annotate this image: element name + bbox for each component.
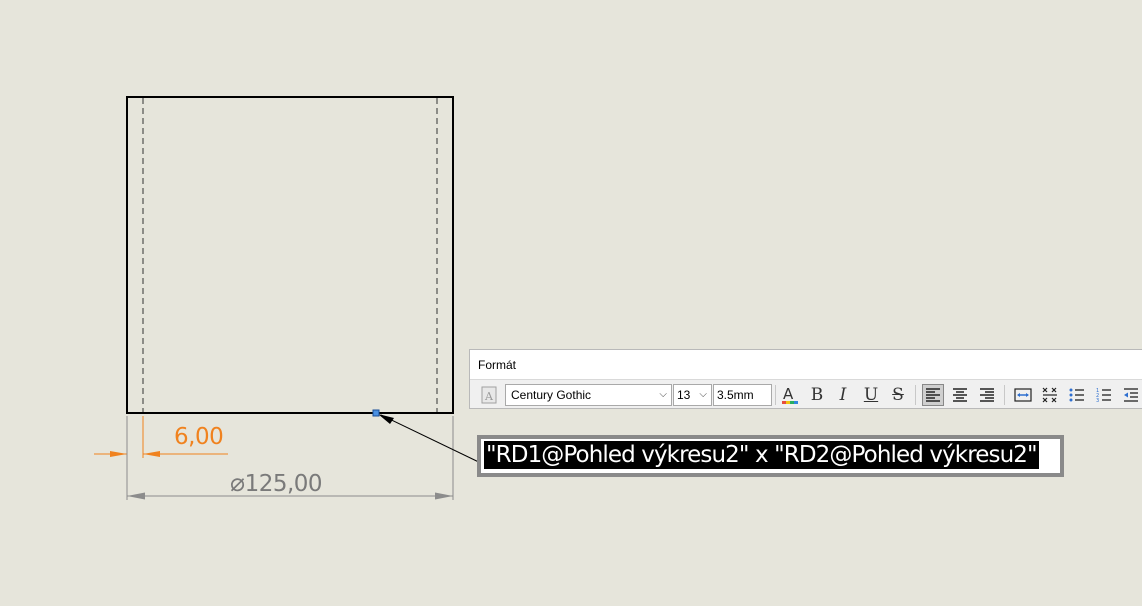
format-title-bar[interactable]: Formát	[470, 350, 1142, 380]
align-center-icon	[953, 388, 967, 402]
part-outline[interactable]	[126, 96, 454, 414]
fit-text-icon	[1014, 388, 1032, 402]
bold-icon: B	[810, 385, 824, 405]
toolbar-separator	[915, 385, 916, 405]
strikethrough-icon: S	[892, 385, 904, 405]
svg-text:A: A	[484, 390, 494, 403]
style-a-icon[interactable]: A	[478, 384, 500, 406]
font-family-value: Century Gothic	[511, 388, 592, 402]
italic-icon: I	[839, 385, 847, 405]
underline-button[interactable]: U	[860, 384, 882, 406]
svg-text:3: 3	[1096, 398, 1099, 402]
font-size-select[interactable]: 13 ⌵	[673, 384, 712, 406]
note-edit-area[interactable]: "RD1@Pohled výkresu2" x "RD2@Pohled výkr…	[481, 439, 1060, 473]
align-right-button[interactable]	[976, 384, 998, 406]
chevron-down-icon: ⌵	[699, 389, 707, 400]
format-toolbar: Formát A Century Gothic ⌵ 13 ⌵ 3.5mm A B…	[469, 349, 1142, 409]
diameter-symbol: ⌀	[230, 468, 245, 497]
decrease-indent-icon	[1124, 388, 1138, 402]
bullets-button[interactable]	[1066, 384, 1088, 406]
fit-text-button[interactable]	[1012, 384, 1034, 406]
font-color-button[interactable]: A	[779, 384, 801, 406]
toolbar-separator	[775, 385, 776, 405]
align-left-icon	[926, 388, 940, 402]
stack-icon	[1042, 387, 1057, 403]
font-family-select[interactable]: Century Gothic ⌵	[505, 384, 672, 406]
drawing-view[interactable]	[0, 0, 1142, 606]
svg-text:A: A	[783, 385, 794, 403]
note-selected-text[interactable]: "RD1@Pohled výkresu2" x "RD2@Pohled výkr…	[484, 441, 1039, 469]
dimension-diameter-text[interactable]: ⌀125,00	[230, 468, 323, 497]
bullet-list-icon	[1069, 388, 1084, 402]
chevron-down-icon: ⌵	[659, 389, 667, 400]
strikethrough-button[interactable]: S	[887, 384, 909, 406]
format-row: A Century Gothic ⌵ 13 ⌵ 3.5mm A B I U S …	[470, 381, 1142, 409]
toolbar-separator	[1004, 385, 1005, 405]
align-right-icon	[980, 388, 994, 402]
leader-attach-handle[interactable]	[372, 409, 380, 417]
align-left-button[interactable]	[922, 384, 944, 406]
decrease-indent-button[interactable]	[1120, 384, 1142, 406]
align-center-button[interactable]	[949, 384, 971, 406]
diameter-value: 125,00	[244, 471, 323, 497]
text-height-value: 3.5mm	[717, 388, 754, 402]
font-size-value: 13	[677, 388, 691, 402]
dimension-wall-text[interactable]: 6,00	[174, 424, 224, 450]
font-color-icon: A	[782, 385, 798, 404]
italic-button[interactable]: I	[832, 384, 854, 406]
note-box[interactable]: "RD1@Pohled výkresu2" x "RD2@Pohled výkr…	[477, 435, 1064, 477]
numbering-button[interactable]: 123	[1093, 384, 1115, 406]
format-title: Formát	[478, 358, 517, 372]
numbered-list-icon: 123	[1096, 388, 1111, 402]
stack-button[interactable]	[1039, 384, 1061, 406]
note-leader	[378, 414, 488, 467]
underline-icon: U	[863, 385, 879, 405]
text-height-input[interactable]: 3.5mm	[713, 384, 772, 406]
bold-button[interactable]: B	[806, 384, 828, 406]
